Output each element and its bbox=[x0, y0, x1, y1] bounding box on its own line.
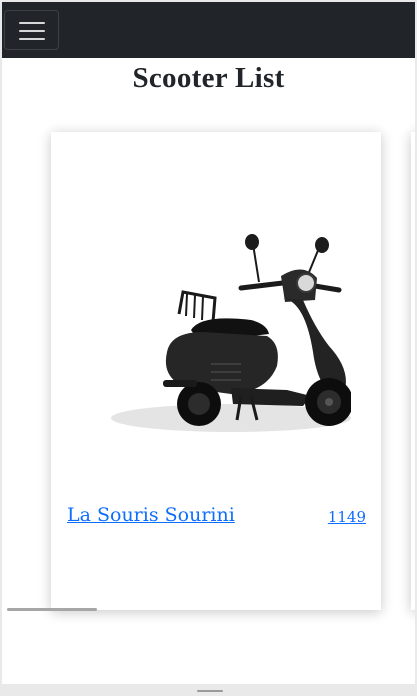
scooter-card[interactable]: La Souris Sourini 1149 bbox=[51, 132, 381, 610]
home-indicator bbox=[197, 690, 223, 692]
scrollbar-thumb[interactable] bbox=[7, 608, 97, 611]
page-title: Scooter List bbox=[132, 62, 285, 94]
hamburger-menu-icon bbox=[19, 22, 45, 24]
scooter-price-link[interactable]: 1149 bbox=[328, 508, 366, 526]
scooter-name-link[interactable]: La Souris Sourini bbox=[67, 504, 235, 526]
navbar-toggler-button[interactable] bbox=[4, 10, 59, 50]
hamburger-menu-icon bbox=[19, 38, 45, 40]
browser-viewport: Scooter List La Souris Sourini 1149 bbox=[2, 2, 415, 684]
horizontal-scrollbar[interactable] bbox=[2, 608, 415, 612]
scooter-carousel[interactable]: La Souris Sourini 1149 bbox=[2, 120, 415, 620]
next-scooter-card[interactable] bbox=[411, 132, 415, 610]
navbar bbox=[2, 2, 415, 58]
hamburger-menu-icon bbox=[19, 30, 45, 32]
black-scooter-image bbox=[111, 234, 351, 432]
